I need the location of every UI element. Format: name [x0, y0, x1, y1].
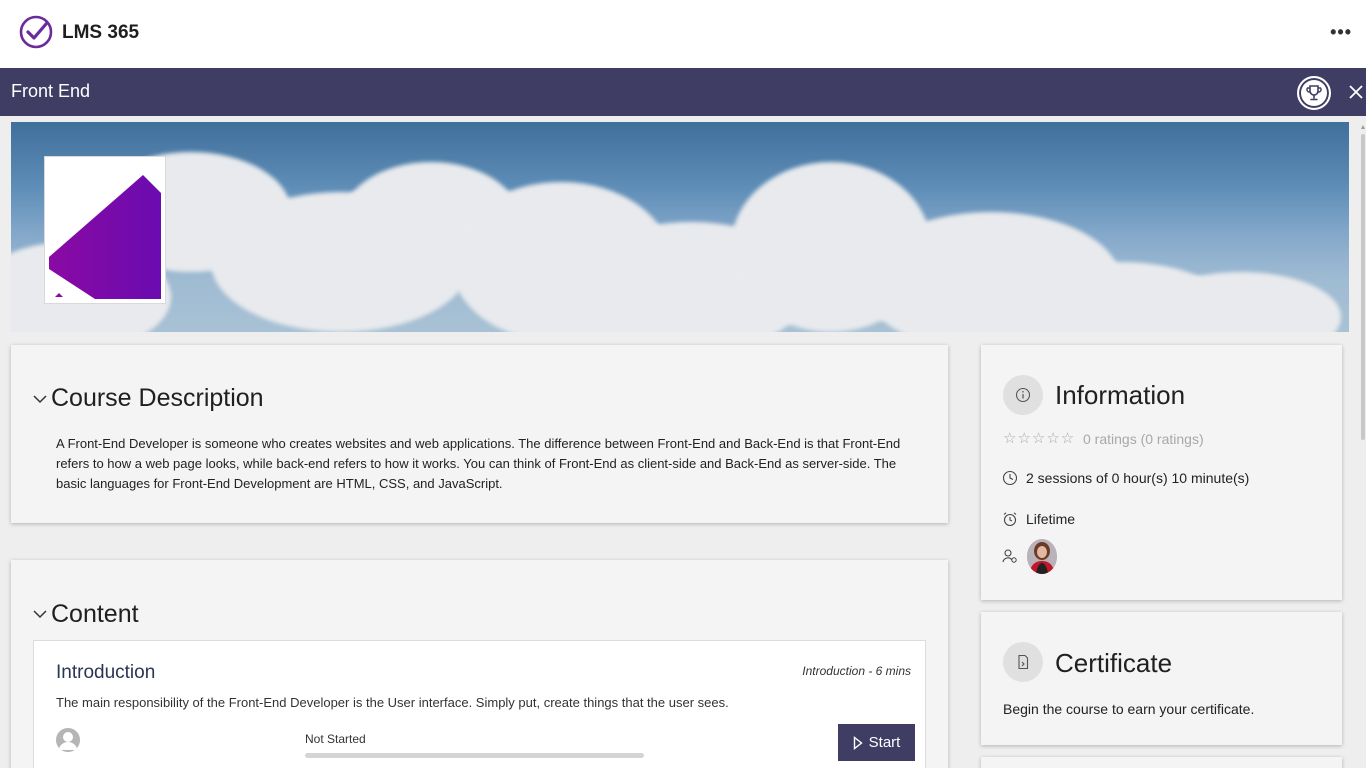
chevron-down-icon[interactable] [32, 606, 48, 622]
close-icon[interactable] [1346, 82, 1366, 102]
scroll-up-arrow[interactable] [1361, 124, 1365, 130]
certificate-icon [1003, 642, 1043, 682]
sessions-text: 2 sessions of 0 hour(s) 10 minute(s) [1026, 470, 1250, 486]
app-logo-icon[interactable] [19, 15, 53, 49]
start-button[interactable]: Start [838, 724, 915, 761]
course-header-bar: Front End [0, 68, 1366, 116]
sessions-row: 2 sessions of 0 hour(s) 10 minute(s) [1002, 470, 1249, 486]
information-heading: Information [1055, 380, 1186, 410]
clock-icon [1002, 470, 1018, 486]
course-description-heading[interactable]: Course Description [51, 384, 264, 413]
access-text: Lifetime [1026, 511, 1076, 527]
content-heading[interactable]: Content [51, 600, 139, 629]
ratings-count: 0 ratings (0 ratings) [1083, 431, 1204, 447]
instructor-avatar[interactable] [1027, 539, 1057, 574]
lesson-description: The main responsibility of the Front-End… [56, 695, 729, 710]
scrollbar-thumb[interactable] [1361, 134, 1365, 440]
app-title: LMS 365 [62, 22, 140, 43]
lesson-progress-bar [305, 753, 644, 758]
lesson-title[interactable]: Introduction [56, 662, 155, 684]
info-icon [1003, 375, 1043, 415]
course-title: Front End [11, 81, 91, 101]
more-icon[interactable]: ••• [1330, 22, 1352, 42]
trophy-icon[interactable] [1297, 76, 1331, 110]
user-avatar-icon [56, 728, 80, 752]
play-icon [853, 735, 863, 750]
people-icon [1002, 549, 1017, 563]
course-description-text: A Front-End Developer is someone who cre… [56, 436, 901, 491]
start-button-label: Start [868, 734, 901, 751]
lesson-status: Not Started [305, 732, 366, 746]
certificate-heading: Certificate [1055, 648, 1173, 678]
access-row: Lifetime [1002, 511, 1075, 527]
lesson-meta: Introduction - 6 mins [802, 664, 911, 678]
chevron-down-icon[interactable] [32, 391, 48, 407]
course-banner [11, 122, 1349, 332]
course-thumbnail [44, 156, 166, 304]
alarm-icon [1003, 512, 1017, 527]
certificate-text: Begin the course to earn your certificat… [1003, 701, 1255, 717]
rating-stars[interactable]: ☆☆☆☆☆ [1003, 429, 1075, 447]
app-bar: LMS 365 ••• [0, 0, 1366, 68]
next-side-card [981, 757, 1342, 768]
